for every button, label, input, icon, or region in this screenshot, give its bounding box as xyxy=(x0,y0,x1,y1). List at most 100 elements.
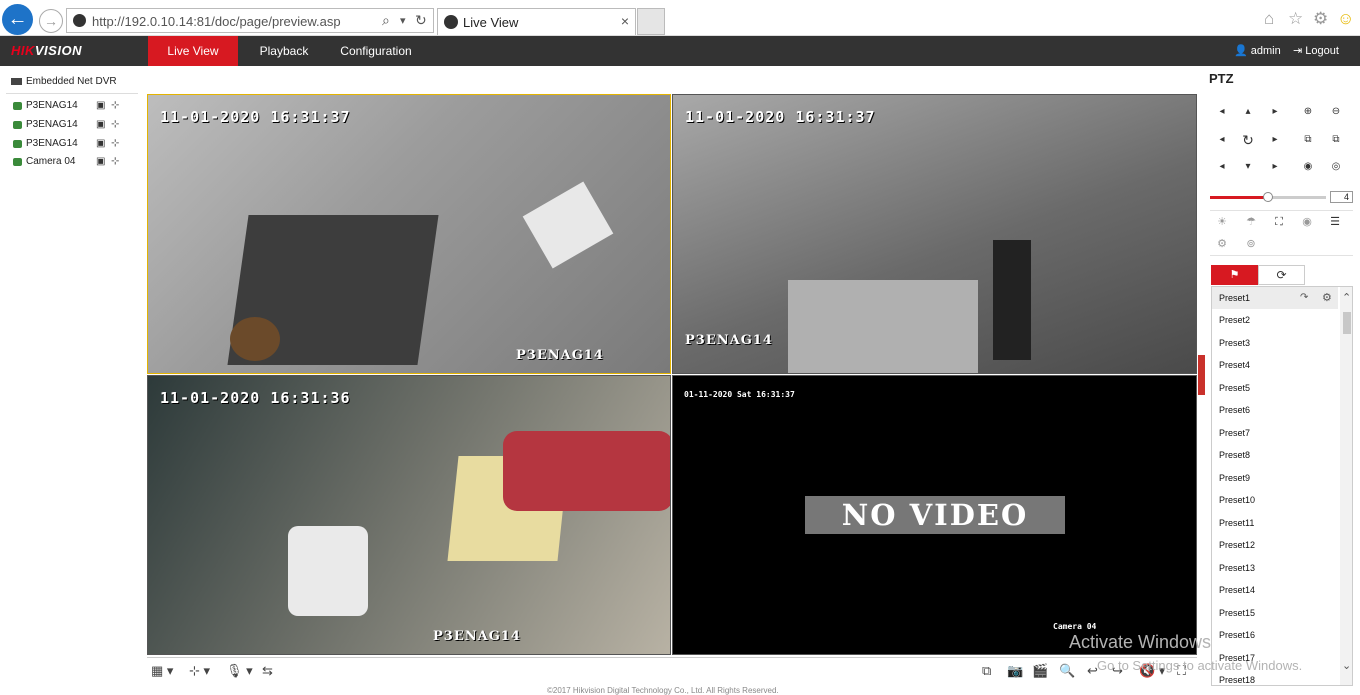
osd-camera-name: P3ENAG14 xyxy=(516,348,604,363)
ptz-down-button[interactable]: ▾ xyxy=(1236,156,1260,178)
sequence-icon[interactable]: ⇆ xyxy=(262,663,273,679)
chevron-down-icon[interactable]: ▾ xyxy=(400,14,406,27)
ptz-up-button[interactable]: ▴ xyxy=(1236,101,1260,123)
forward-arrow-icon[interactable]: → xyxy=(39,9,63,33)
3d-positioning-icon[interactable]: ⛶ xyxy=(1267,213,1291,231)
tab-close-icon[interactable]: × xyxy=(621,13,629,29)
preset-item[interactable]: Preset7 xyxy=(1212,422,1338,444)
record-icon[interactable]: ▣ xyxy=(96,138,105,149)
preset-item[interactable]: Preset4 xyxy=(1212,354,1338,376)
preset-scrollbar-thumb[interactable] xyxy=(1343,312,1351,334)
iris-close-icon[interactable]: ◎ xyxy=(1324,156,1348,178)
call-preset-icon[interactable]: ↷ xyxy=(1300,287,1308,309)
address-bar[interactable]: http://192.0.10.14:81/doc/page/preview.a… xyxy=(66,8,434,33)
focus-near-icon[interactable]: ⧉ xyxy=(1296,129,1320,151)
camera-list-item[interactable]: P3ENAG14 ▣ ⊹ xyxy=(13,100,138,114)
settings-gear-icon[interactable]: ⚙ xyxy=(1313,9,1328,29)
video-tile[interactable]: 11-01-2020 16:31:37 P3ENAG14 xyxy=(672,94,1197,374)
ptz-right-button[interactable]: ▸ xyxy=(1263,129,1287,151)
home-icon[interactable]: ⌂ xyxy=(1264,9,1274,29)
record-clip-icon[interactable]: 🎬 xyxy=(1032,663,1048,679)
window-layout-icon[interactable]: ▦ ▾ xyxy=(151,663,173,679)
search-icon[interactable]: ⌕ xyxy=(382,12,390,29)
ptz-icon[interactable]: ⊹ xyxy=(111,119,119,130)
ptz-down-right-button[interactable]: ▸ xyxy=(1263,156,1287,178)
camera-list-item[interactable]: P3ENAG14 ▣ ⊹ xyxy=(13,138,138,152)
zoom-out-icon[interactable]: ⊖ xyxy=(1324,101,1348,123)
osd-camera-name: P3ENAG14 xyxy=(685,333,773,348)
new-tab-button[interactable] xyxy=(637,8,665,35)
back-arrow-icon[interactable]: ← xyxy=(2,4,33,35)
preset-scrollbar[interactable] xyxy=(1340,287,1352,685)
ptz-auto-icon[interactable]: ↻ xyxy=(1236,129,1260,151)
ptz-speed-handle[interactable] xyxy=(1263,192,1273,202)
preset-item[interactable]: Preset6 xyxy=(1212,399,1338,421)
stream-type-icon[interactable]: ⊹ ▾ xyxy=(189,663,210,679)
preset-item[interactable]: Preset14 xyxy=(1212,579,1338,601)
preset-item[interactable]: Preset13 xyxy=(1212,557,1338,579)
iris-open-icon[interactable]: ◉ xyxy=(1296,156,1320,178)
nav-live-view[interactable]: Live View xyxy=(148,36,238,66)
preset-item[interactable]: Preset10 xyxy=(1212,489,1338,511)
video-tile[interactable]: 11-01-2020 16:31:36 P3ENAG14 xyxy=(147,375,671,655)
scene-object xyxy=(522,181,614,269)
refresh-icon[interactable]: ↻ xyxy=(415,12,427,29)
one-touch-park-icon[interactable]: ⊚ xyxy=(1239,235,1263,253)
preset-item[interactable]: Preset1 ↷ ⚙ xyxy=(1212,287,1338,309)
preset-settings-icon[interactable]: ⚙ xyxy=(1322,287,1332,309)
address-url[interactable]: http://192.0.10.14:81/doc/page/preview.a… xyxy=(92,14,341,29)
video-tile[interactable]: 01-11-2020 Sat 16:31:37 NO VIDEO Camera … xyxy=(672,375,1197,655)
browser-tab[interactable]: Live View × xyxy=(437,8,636,35)
zoom-in-icon[interactable]: ⊕ xyxy=(1296,101,1320,123)
stop-all-icon[interactable]: ⧉ xyxy=(982,663,991,679)
preset-item[interactable]: Preset3 xyxy=(1212,332,1338,354)
capture-icon[interactable]: 📷 xyxy=(1007,663,1023,679)
digital-zoom-icon[interactable]: 🔍 xyxy=(1059,663,1075,679)
scene-object xyxy=(288,526,368,616)
preset-item[interactable]: Preset12 xyxy=(1212,534,1338,556)
camera-list-item[interactable]: Camera 04 ▣ ⊹ xyxy=(13,156,138,170)
preset-item[interactable]: Preset9 xyxy=(1212,467,1338,489)
camera-list-item[interactable]: P3ENAG14 ▣ ⊹ xyxy=(13,119,138,133)
preset-item[interactable]: Preset2 xyxy=(1212,309,1338,331)
device-tree-root[interactable]: Embedded Net DVR xyxy=(11,76,117,87)
wiper-icon[interactable]: ☂ xyxy=(1239,213,1263,231)
ptz-up-right-button[interactable]: ▸ xyxy=(1263,101,1287,123)
camera-name: P3ENAG14 xyxy=(26,138,78,149)
ptz-speed-value[interactable]: 4 xyxy=(1330,191,1353,203)
light-icon[interactable]: ☀ xyxy=(1210,213,1234,231)
video-tile[interactable]: 11-01-2020 16:31:37 P3ENAG14 xyxy=(147,94,671,374)
preset-item[interactable]: Preset5 xyxy=(1212,377,1338,399)
ptz-up-left-button[interactable]: ◂ xyxy=(1210,101,1234,123)
user-menu[interactable]: 👤 admin xyxy=(1234,44,1281,57)
scroll-up-icon[interactable]: ⌃ xyxy=(1342,291,1351,304)
preset-item[interactable]: Preset11 xyxy=(1212,512,1338,534)
favorites-star-icon[interactable]: ☆ xyxy=(1288,9,1303,29)
ptz-icon[interactable]: ⊹ xyxy=(111,138,119,149)
preset-tab-flag-icon[interactable]: ⚑ xyxy=(1211,265,1258,285)
record-icon[interactable]: ▣ xyxy=(96,119,105,130)
scroll-down-icon[interactable]: ⌄ xyxy=(1342,659,1351,672)
nav-playback[interactable]: Playback xyxy=(248,36,320,66)
manual-tracking-icon[interactable]: ⚙ xyxy=(1210,235,1234,253)
microphone-icon[interactable]: 🎙 ▾ xyxy=(226,663,253,679)
lens-init-icon[interactable]: ◉ xyxy=(1295,213,1319,231)
ptz-icon[interactable]: ⊹ xyxy=(111,100,119,111)
tab-title[interactable]: Live View xyxy=(463,15,518,30)
record-icon[interactable]: ▣ xyxy=(96,100,105,111)
menu-icon[interactable]: ☰ xyxy=(1323,213,1347,231)
record-icon[interactable]: ▣ xyxy=(96,156,105,167)
ptz-down-left-button[interactable]: ◂ xyxy=(1210,156,1234,178)
site-favicon-icon xyxy=(73,14,86,27)
feedback-smiley-icon[interactable]: ☺ xyxy=(1337,9,1354,29)
preset-item[interactable]: Preset16 xyxy=(1212,624,1338,646)
nav-configuration[interactable]: Configuration xyxy=(330,36,422,66)
patrol-tab-refresh-icon[interactable]: ⟳ xyxy=(1258,265,1305,285)
ptz-left-button[interactable]: ◂ xyxy=(1210,129,1234,151)
panel-collapse-handle[interactable] xyxy=(1198,355,1205,395)
ptz-icon[interactable]: ⊹ xyxy=(111,156,119,167)
logout-link[interactable]: ⇥ Logout xyxy=(1293,44,1339,57)
focus-far-icon[interactable]: ⧉ xyxy=(1324,129,1348,151)
preset-item[interactable]: Preset8 xyxy=(1212,444,1338,466)
preset-item[interactable]: Preset15 xyxy=(1212,602,1338,624)
